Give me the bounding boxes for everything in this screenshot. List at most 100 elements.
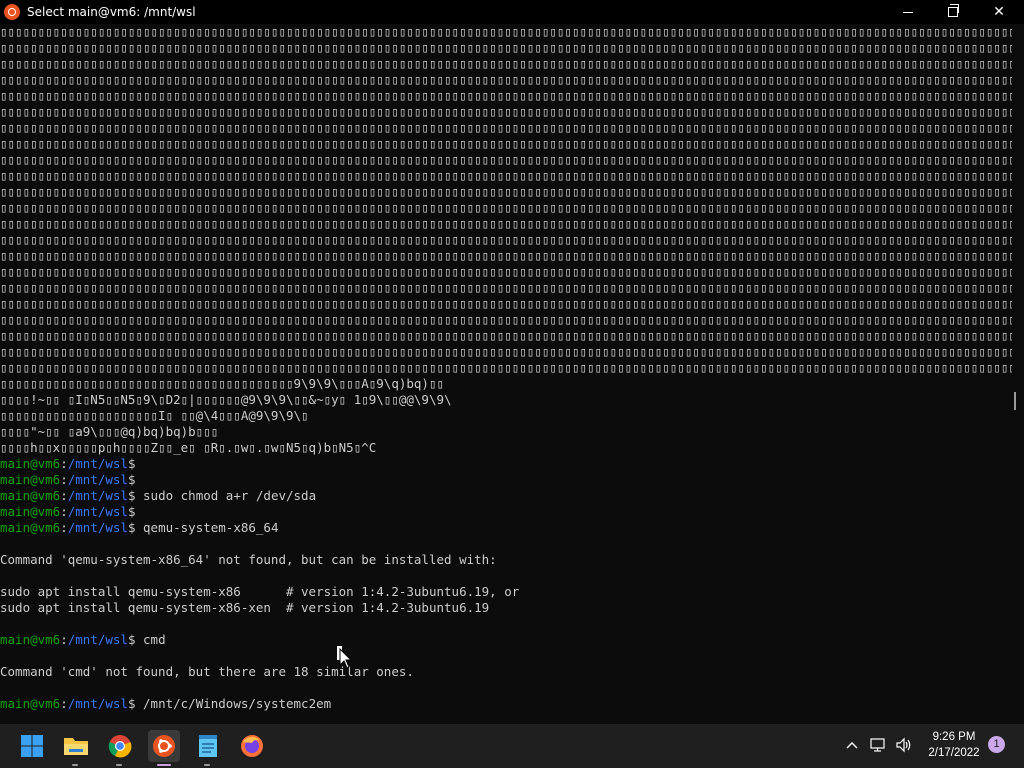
prompt-path: /mnt/wsl (67, 520, 128, 535)
prompt-path: /mnt/wsl (67, 504, 128, 519)
taskbar-firefox[interactable] (236, 730, 268, 762)
garbled-output-line: ▯▯▯▯▯▯▯▯▯▯▯▯▯▯▯▯▯▯▯▯▯▯▯▯▯▯▯▯▯▯▯▯▯▯▯▯▯▯▯▯… (0, 168, 1012, 183)
prompt-user: main@vm6 (0, 520, 61, 535)
windows-start-icon (21, 735, 43, 757)
prompt-separator: : (60, 632, 68, 647)
minimize-icon (903, 11, 913, 13)
prompt-separator: : (60, 520, 68, 535)
prompt-separator: : (60, 488, 68, 503)
garbled-output-line: ▯▯▯▯▯▯▯▯▯▯▯▯▯▯▯▯▯▯▯▯▯▯▯▯▯▯▯▯▯▯▯▯▯▯▯▯▯▯▯▯… (0, 200, 1012, 215)
restore-button[interactable] (930, 0, 976, 24)
ubuntu-icon (153, 735, 175, 757)
taskbar-file-explorer[interactable] (60, 730, 92, 766)
garbled-output-line: ▯▯▯▯▯▯▯▯▯▯▯▯▯▯▯▯▯▯▯▯▯▯▯▯▯▯▯▯▯▯▯▯▯▯▯▯▯▯▯▯… (0, 136, 1012, 151)
prompt-user: main@vm6 (0, 488, 61, 503)
ubuntu-app-icon (4, 4, 20, 20)
garbled-output-line: ▯▯▯▯▯▯▯▯▯▯▯▯▯▯▯▯▯▯▯▯▯▯▯▯▯▯▯▯▯▯▯▯▯▯▯▯▯▯▯▯… (0, 216, 1012, 231)
close-icon: ✕ (993, 4, 1005, 20)
output-line: Command 'qemu-system-x86_64' not found, … (0, 552, 497, 567)
taskbar-ubuntu-terminal[interactable] (148, 730, 180, 766)
garbled-output-line: ▯▯▯▯▯▯▯▯▯▯▯▯▯▯▯▯▯▯▯▯▯▯▯▯▯▯▯▯▯▯▯▯▯▯▯▯▯▯▯▯… (0, 312, 1012, 327)
garbled-output-line: ▯▯▯▯▯▯▯▯▯▯▯▯▯▯▯▯▯▯▯▯▯▯▯▯▯▯▯▯▯▯▯▯▯▯▯▯▯▯▯▯… (0, 184, 1012, 199)
prompt-line: main@vm6:/mnt/wsl$ (0, 504, 1012, 520)
garbled-output-line: ▯▯▯▯▯▯▯▯▯▯▯▯▯▯▯▯▯▯▯▯▯▯▯▯▯▯▯▯▯▯▯▯▯▯▯▯▯▯▯▯… (0, 296, 1012, 311)
prompt-user: main@vm6 (0, 504, 61, 519)
taskbar-clock[interactable]: 9:26 PM 2/17/2022 (922, 729, 986, 761)
garbled-output-line: ▯▯▯▯▯▯▯▯▯▯▯▯▯▯▯▯▯▯▯▯▯▯▯▯▯▯▯▯▯▯▯▯▯▯▯▯▯▯▯▯… (0, 232, 1012, 247)
network-icon[interactable] (870, 736, 888, 754)
terminal-scrollbar[interactable] (1014, 392, 1016, 410)
start-button[interactable] (16, 730, 48, 762)
prompt-path: /mnt/wsl (67, 456, 128, 471)
garbled-output-line: ▯▯▯▯▯▯▯▯▯▯▯▯▯▯▯▯▯▯▯▯▯▯▯▯▯▯▯▯▯▯▯▯▯▯▯▯▯▯▯▯… (0, 72, 1012, 87)
close-button[interactable]: ✕ (976, 0, 1022, 24)
garbled-output-line: ▯▯▯▯▯▯▯▯▯▯▯▯▯▯▯▯▯▯▯▯▯▯▯▯▯▯▯▯▯▯▯▯▯▯▯▯▯▯▯▯… (0, 40, 1012, 55)
prompt-command: $ (127, 504, 136, 519)
garbled-output-line: ▯▯▯▯▯▯▯▯▯▯▯▯▯▯▯▯▯▯▯▯▯I▯ ▯▯@\4▯▯▯A@9\9\9\… (0, 408, 309, 423)
prompt-line: main@vm6:/mnt/wsl$ (0, 472, 1012, 488)
prompt-line: main@vm6:/mnt/wsl$ (0, 456, 1012, 472)
prompt-command: $ sudo chmod a+r /dev/sda (127, 488, 317, 503)
window-titlebar[interactable]: Select main@vm6: /mnt/wsl ✕ (0, 0, 1024, 24)
prompt-user: main@vm6 (0, 456, 61, 471)
active-indicator (157, 764, 171, 766)
garbled-output-line: ▯▯▯▯▯▯▯▯▯▯▯▯▯▯▯▯▯▯▯▯▯▯▯▯▯▯▯▯▯▯▯▯▯▯▯▯▯▯▯▯… (0, 280, 1012, 295)
garbled-output-line: ▯▯▯▯▯▯▯▯▯▯▯▯▯▯▯▯▯▯▯▯▯▯▯▯▯▯▯▯▯▯▯▯▯▯▯▯▯▯▯▯… (0, 344, 1012, 359)
running-indicator (204, 764, 210, 766)
garbled-output-line: ▯▯▯▯▯▯▯▯▯▯▯▯▯▯▯▯▯▯▯▯▯▯▯▯▯▯▯▯▯▯▯▯▯▯▯▯▯▯▯▯… (0, 120, 1012, 135)
prompt-user: main@vm6 (0, 632, 61, 647)
output-line: sudo apt install qemu-system-x86 # versi… (0, 584, 520, 599)
prompt-separator: : (60, 456, 68, 471)
output-line: sudo apt install qemu-system-x86-xen # v… (0, 600, 490, 615)
prompt-command: $ qemu-system-x86_64 (127, 520, 279, 535)
minimize-button[interactable] (885, 0, 931, 24)
window-title: Select main@vm6: /mnt/wsl (27, 5, 196, 19)
output-line: Command 'cmd' not found, but there are 1… (0, 664, 414, 679)
garbled-output-line: ▯▯▯▯▯▯▯▯▯▯▯▯▯▯▯▯▯▯▯▯▯▯▯▯▯▯▯▯▯▯▯▯▯▯▯▯▯▯▯▯… (0, 56, 1012, 71)
running-indicator (116, 764, 122, 766)
garbled-output-line: ▯▯▯▯▯▯▯▯▯▯▯▯▯▯▯▯▯▯▯▯▯▯▯▯▯▯▯▯▯▯▯▯▯▯▯▯▯▯▯▯… (0, 24, 1012, 39)
notification-badge[interactable]: 1 (988, 736, 1005, 753)
garbled-output-line: ▯▯▯▯!~▯▯ ▯I▯N5▯▯N5▯9\▯D2▯|▯▯▯▯▯▯@9\9\9\▯… (0, 392, 452, 407)
prompt-command: $ /mnt/c/Windows/systemc2em (127, 696, 332, 711)
prompt-separator: : (60, 504, 68, 519)
mouse-pointer-icon (339, 648, 353, 669)
prompt-line: main@vm6:/mnt/wsl$ sudo chmod a+r /dev/s… (0, 488, 1012, 504)
volume-icon[interactable] (895, 736, 913, 754)
prompt-path: /mnt/wsl (67, 472, 128, 487)
firefox-icon (241, 735, 263, 757)
prompt-user: main@vm6 (0, 472, 61, 487)
prompt-user: main@vm6 (0, 696, 61, 711)
garbled-output-line: ▯▯▯▯▯▯▯▯▯▯▯▯▯▯▯▯▯▯▯▯▯▯▯▯▯▯▯▯▯▯▯▯▯▯▯▯▯▯▯▯… (0, 360, 1012, 375)
show-hidden-icons-chevron[interactable] (843, 736, 861, 754)
running-indicator (72, 764, 78, 766)
prompt-path: /mnt/wsl (67, 696, 128, 711)
prompt-command: $ cmd (127, 632, 166, 647)
restore-icon (948, 4, 959, 17)
prompt-command: $ (127, 472, 136, 487)
garbled-output-line: ▯▯▯▯"~▯▯ ▯a9\▯▯▯@q)bq)bq)b▯▯▯ (0, 424, 219, 439)
garbled-output-line: ▯▯▯▯▯▯▯▯▯▯▯▯▯▯▯▯▯▯▯▯▯▯▯▯▯▯▯▯▯▯▯▯▯▯▯▯▯▯▯▯… (0, 328, 1012, 343)
garbled-output-line: ▯▯▯▯▯▯▯▯▯▯▯▯▯▯▯▯▯▯▯▯▯▯▯▯▯▯▯▯▯▯▯▯▯▯▯▯▯▯▯▯… (0, 152, 1012, 167)
garbled-output-line: ▯▯▯▯h▯▯x▯▯▯▯▯p▯h▯▯▯▯Z▯▯_e▯ ▯R▯.▯w▯.▯w▯N5… (0, 440, 377, 455)
garbled-output-line: ▯▯▯▯▯▯▯▯▯▯▯▯▯▯▯▯▯▯▯▯▯▯▯▯▯▯▯▯▯▯▯▯▯▯▯▯▯▯▯▯… (0, 104, 1012, 119)
prompt-path: /mnt/wsl (67, 488, 128, 503)
clock-date: 2/17/2022 (928, 747, 980, 759)
taskbar-chrome[interactable] (104, 730, 136, 766)
clock-time: 9:26 PM (932, 731, 976, 743)
chrome-icon (108, 735, 132, 758)
taskbar-notepad[interactable] (192, 730, 224, 766)
prompt-command: $ (127, 456, 136, 471)
garbled-output-line: ▯▯▯▯▯▯▯▯▯▯▯▯▯▯▯▯▯▯▯▯▯▯▯▯▯▯▯▯▯▯▯▯▯▯▯▯▯▯▯▯… (0, 264, 1012, 279)
prompt-path: /mnt/wsl (67, 632, 128, 647)
prompt-line: main@vm6:/mnt/wsl$ /mnt/c/Windows/system… (0, 696, 1012, 712)
terminal-output[interactable]: ▯▯▯▯▯▯▯▯▯▯▯▯▯▯▯▯▯▯▯▯▯▯▯▯▯▯▯▯▯▯▯▯▯▯▯▯▯▯▯▯… (0, 24, 1012, 724)
prompt-separator: : (60, 472, 68, 487)
garbled-output-line: ▯▯▯▯▯▯▯▯▯▯▯▯▯▯▯▯▯▯▯▯▯▯▯▯▯▯▯▯▯▯▯▯▯▯▯▯▯▯▯9… (0, 376, 445, 391)
prompt-line: main@vm6:/mnt/wsl$ cmd (0, 632, 1012, 648)
